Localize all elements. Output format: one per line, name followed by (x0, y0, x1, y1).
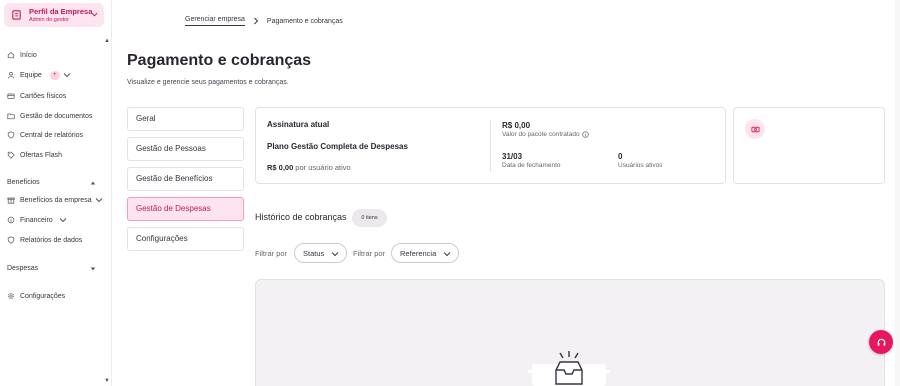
chevron-down-icon (443, 252, 451, 257)
breadcrumb-link-gerenciar[interactable]: Gerenciar empresa (185, 16, 245, 26)
coin-icon: $ (7, 216, 15, 224)
plan-price: R$ 0,00 por usuário ativo (267, 163, 351, 172)
company-name: Perfil da Empresa (29, 7, 93, 16)
home-icon (7, 51, 15, 59)
nav-tab-geral[interactable]: Geral (127, 107, 244, 131)
sidebar-item-label: Configurações (20, 292, 66, 300)
scroll-up-arrow-icon[interactable]: ▲ (104, 38, 110, 44)
sidebar-item-equipe[interactable]: Equipe + (7, 69, 76, 81)
nav-tab-gestao-despesas[interactable]: Gestão de Despesas (127, 197, 244, 221)
breadcrumb-current: Pagamento e cobranças (266, 17, 343, 25)
chevron-down-icon (91, 12, 98, 17)
nav-tab-gestao-beneficios[interactable]: Gestão de Benefícios (127, 167, 244, 191)
company-profile-switcher[interactable]: Perfil da Empresa Admin do gestor (4, 3, 104, 27)
sidebar-item-label: Benefícios da empresa (20, 196, 92, 204)
headset-icon (877, 338, 885, 346)
subscription-header: Assinatura atual (267, 120, 330, 129)
nav-tab-gestao-pessoas[interactable]: Gestão de Pessoas (127, 137, 244, 161)
closing-date-label: Data de fechamento (502, 162, 561, 169)
sidebar-item-label: Cartões físicos (20, 92, 67, 100)
chevron-down-icon (95, 198, 102, 203)
sidebar-item-label: Gestão de documentos (20, 112, 93, 120)
scroll-down-arrow-icon[interactable]: ▼ (104, 378, 110, 384)
nav-tab-configuracoes[interactable]: Configurações (127, 227, 244, 251)
payment-method-card (733, 107, 885, 184)
info-icon[interactable] (581, 131, 589, 138)
filter-label-status: Filtrar por (255, 249, 288, 258)
status-filter-label: Status (303, 248, 325, 258)
svg-text:$: $ (10, 218, 12, 222)
payment-icon-circle[interactable] (745, 119, 765, 139)
chevron-down-icon[interactable] (90, 266, 96, 272)
status-filter-dropdown[interactable]: Status (294, 243, 347, 263)
section-despesas[interactable]: Despesas (7, 265, 38, 272)
sidebar-item-relatorios[interactable]: Central de relatórios (7, 129, 83, 141)
package-label: Valor do pacote contratado (502, 131, 589, 138)
gift-icon (7, 197, 15, 204)
sidebar-item-label: Relatórios de dados (20, 236, 83, 244)
card-divider (490, 120, 491, 172)
card-icon (7, 93, 15, 99)
active-users-label: Usuários ativos (618, 162, 663, 169)
company-role: Admin do gestor (29, 17, 70, 23)
sidebar-item-label: Início (20, 51, 37, 59)
page-subtitle: Visualize e gerencie seus pagamentos e c… (127, 79, 289, 86)
plan-price-unit: por usuário ativo (295, 163, 351, 172)
sidebar-item-label: Ofertas Flash (20, 151, 63, 159)
chevron-up-icon[interactable] (90, 180, 96, 186)
folder-icon (7, 113, 15, 120)
history-title: Histórico de cobranças (255, 212, 347, 222)
tag-icon (7, 151, 15, 159)
sidebar-item-financeiro[interactable]: $ Financeiro (7, 214, 72, 226)
chevron-down-icon (59, 218, 67, 223)
filter-label-referencia: Filtrar por (353, 249, 386, 258)
money-icon (750, 126, 760, 132)
sidebar: Perfil da Empresa Admin do gestor ▲ Iníc… (0, 0, 112, 386)
sidebar-item-ofertas[interactable]: Ofertas Flash (7, 149, 62, 161)
closing-date-value: 31/03 (502, 152, 523, 161)
sidebar-item-documentos[interactable]: Gestão de documentos (7, 110, 92, 122)
sidebar-item-beneficios-empresa[interactable]: Benefícios da empresa (7, 194, 108, 206)
chevron-down-icon (331, 252, 339, 257)
add-badge[interactable]: + (49, 70, 60, 80)
plan-price-value: R$ 0,00 (267, 163, 294, 172)
sidebar-item-cartoes[interactable]: Cartões físicos (7, 90, 66, 102)
sidebar-item-label: Equipe (20, 71, 42, 79)
package-value: R$ 0,00 (502, 121, 531, 130)
plan-name: Plano Gestão Completa de Despesas (267, 142, 408, 151)
page-title: Pagamento e cobranças (127, 52, 312, 69)
sidebar-item-relatorios-dados[interactable]: Relatórios de dados (7, 234, 82, 246)
sidebar-item-inicio[interactable]: Início (7, 49, 37, 61)
section-beneficios[interactable]: Benefícios (7, 179, 40, 186)
shield-icon (7, 131, 15, 139)
referencia-filter-label: Referencia (400, 248, 437, 258)
subscription-card: Assinatura atual Plano Gestão Completa d… (255, 107, 726, 184)
referencia-filter-dropdown[interactable]: Referencia (391, 243, 459, 263)
help-support-button[interactable] (869, 330, 893, 354)
chevron-down-icon (63, 73, 71, 78)
sidebar-item-configuracoes[interactable]: Configurações (7, 290, 65, 302)
empty-inbox-icon (528, 351, 610, 386)
building-icon (12, 10, 21, 20)
chevron-right-icon (254, 17, 259, 25)
page-scrollbar[interactable] (895, 0, 900, 386)
shield-icon (7, 236, 15, 244)
sidebar-item-label: Financeiro (20, 216, 53, 224)
sidebar-item-label: Central de relatórios (20, 131, 84, 139)
history-count-badge: 0 itens (352, 209, 387, 227)
package-label-text: Valor do pacote contratado (502, 131, 580, 138)
users-icon (7, 72, 15, 79)
active-users-value: 0 (618, 152, 623, 161)
gear-icon (7, 292, 15, 300)
breadcrumb: Gerenciar empresa Pagamento e cobranças (185, 15, 343, 27)
